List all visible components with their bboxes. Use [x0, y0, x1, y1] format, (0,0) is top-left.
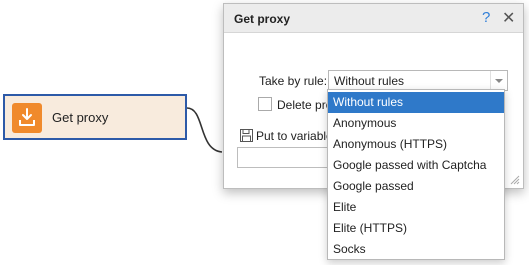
- option-elite-https[interactable]: Elite (HTTPS): [328, 218, 504, 239]
- option-anonymous-https[interactable]: Anonymous (HTTPS): [328, 134, 504, 155]
- resize-grip-icon[interactable]: [510, 175, 520, 185]
- node-title: Get proxy: [52, 110, 109, 125]
- rule-select[interactable]: Without rules: [328, 70, 508, 91]
- rule-select-value: Without rules: [334, 74, 405, 88]
- option-elite[interactable]: Elite: [328, 197, 504, 218]
- rule-dropdown-list: Without rules Anonymous Anonymous (HTTPS…: [327, 89, 505, 260]
- get-proxy-node[interactable]: Get proxy: [3, 94, 187, 140]
- put-to-variable-label: Put to variable: [256, 129, 333, 143]
- download-box-icon: [12, 103, 42, 133]
- option-anonymous[interactable]: Anonymous: [328, 113, 504, 134]
- delete-proxy-checkbox[interactable]: [258, 97, 272, 111]
- delete-proxy-label: Delete pro: [277, 98, 333, 112]
- floppy-disk-icon: [240, 129, 253, 142]
- variable-input[interactable]: [237, 147, 337, 168]
- option-without-rules[interactable]: Without rules: [328, 92, 504, 113]
- option-google-passed[interactable]: Google passed: [328, 176, 504, 197]
- dialog-header: Get proxy ? ✕: [224, 4, 523, 33]
- dialog-title: Get proxy: [234, 12, 291, 26]
- close-icon[interactable]: ✕: [502, 8, 515, 28]
- chevron-down-icon[interactable]: [490, 71, 507, 90]
- option-google-passed-captcha[interactable]: Google passed with Captcha: [328, 155, 504, 176]
- option-socks[interactable]: Socks: [328, 239, 504, 260]
- help-icon[interactable]: ?: [482, 9, 490, 26]
- take-by-rule-label: Take by rule:: [259, 74, 328, 88]
